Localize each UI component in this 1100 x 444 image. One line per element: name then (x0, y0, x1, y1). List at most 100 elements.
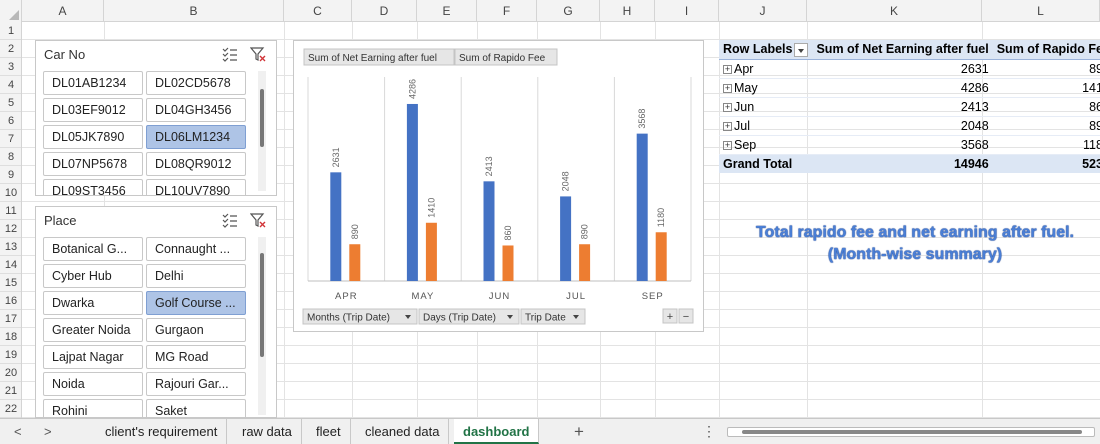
field-button-label[interactable]: Months (Trip Date) (307, 313, 390, 324)
pivot-cell-fee[interactable]: 1410 (992, 78, 1100, 98)
pivot-cell-fee[interactable]: 890 (992, 116, 1100, 136)
slicer-item[interactable]: Dwarka (43, 291, 143, 315)
pivot-row-label[interactable]: + Jul (719, 116, 813, 136)
row-header[interactable]: 21 (0, 382, 21, 400)
pivot-row-label[interactable]: + Sep (719, 135, 813, 155)
column-header-h[interactable]: H (600, 0, 655, 22)
row-header[interactable]: 3 (0, 58, 21, 76)
expand-icon[interactable]: + (723, 64, 732, 74)
bar-net-earning[interactable] (406, 103, 418, 281)
multi-select-icon[interactable] (222, 46, 238, 62)
rapido-fee-header[interactable]: Sum of Rapido Fee (992, 40, 1100, 60)
row-header[interactable]: 18 (0, 328, 21, 346)
tab-fleet[interactable]: fleet (307, 419, 351, 444)
slicer-item[interactable]: DL08QR9012 (146, 152, 246, 176)
row-header[interactable]: 16 (0, 292, 21, 310)
pivot-row-label[interactable]: + May (719, 78, 813, 98)
grand-total-fee[interactable]: 5230 (992, 153, 1100, 173)
bar-rapido-fee[interactable] (655, 232, 667, 281)
slicer-item[interactable]: DL03EF9012 (43, 98, 143, 122)
multi-select-icon[interactable] (222, 212, 238, 228)
pivot-cell-fee[interactable]: 1180 (992, 135, 1100, 155)
row-header[interactable]: 14 (0, 256, 21, 274)
filter-dropdown-icon[interactable] (794, 42, 809, 57)
pivot-cell-fee[interactable]: 860 (992, 97, 1100, 117)
slicer-item[interactable]: Rajouri Gar... (146, 372, 246, 396)
slicer-item[interactable]: MG Road (146, 345, 246, 369)
bar-net-earning[interactable] (560, 196, 572, 281)
grand-total-net[interactable]: 14946 (812, 153, 993, 173)
pivot-cell-net[interactable]: 2631 (812, 59, 993, 79)
horizontal-scrollbar[interactable] (727, 427, 1095, 437)
row-header[interactable]: 4 (0, 76, 21, 94)
clear-filter-icon[interactable] (249, 46, 266, 62)
pivot-chart[interactable]: Sum of Net Earning after fuel Sum of Rapi… (293, 40, 704, 332)
select-all-corner[interactable] (0, 0, 22, 22)
slicer-item-selected[interactable]: DL06LM1234 (146, 125, 246, 149)
expand-icon[interactable]: + (723, 121, 732, 131)
tab-scroll-right-icon[interactable]: > (44, 419, 52, 444)
minus-icon[interactable]: − (683, 311, 689, 323)
slicer-item[interactable]: Lajpat Nagar (43, 345, 143, 369)
column-header-g[interactable]: G (537, 0, 600, 22)
net-earning-header[interactable]: Sum of Net Earning after fuel (812, 40, 993, 60)
slicer-item[interactable]: DL01AB1234 (43, 71, 143, 95)
slicer-item[interactable]: DL07NP5678 (43, 152, 143, 176)
column-header-l[interactable]: L (982, 0, 1100, 22)
tab-cleaned-data[interactable]: cleaned data (356, 419, 450, 444)
pivot-cell-net[interactable]: 2048 (812, 116, 993, 136)
column-header-f[interactable]: F (477, 0, 537, 22)
slicer-item[interactable]: Connaught ... (146, 237, 246, 261)
row-header[interactable]: 1 (0, 22, 21, 40)
slicer-item[interactable]: Saket (146, 399, 246, 417)
pivot-cell-net[interactable]: 4286 (812, 78, 993, 98)
tab-raw-data[interactable]: raw data (233, 419, 302, 444)
slicer-scroll-thumb[interactable] (260, 89, 264, 147)
slicer-item[interactable]: Delhi (146, 264, 246, 288)
slicer-item[interactable]: Botanical G... (43, 237, 143, 261)
column-header-b[interactable]: B (104, 0, 284, 22)
field-button-label[interactable]: Days (Trip Date) (423, 313, 496, 324)
bar-rapido-fee[interactable] (579, 244, 591, 281)
plus-icon[interactable]: + (667, 311, 673, 323)
pivot-row-label[interactable]: + Jun (719, 97, 813, 117)
clear-filter-icon[interactable] (249, 212, 266, 228)
row-header[interactable]: 2 (0, 40, 21, 58)
slicer-scrollbar[interactable] (258, 71, 266, 191)
grand-total-label[interactable]: Grand Total (719, 153, 813, 173)
column-header-k[interactable]: K (807, 0, 982, 22)
bar-net-earning[interactable] (483, 181, 495, 281)
row-header[interactable]: 5 (0, 94, 21, 112)
pivot-row-label[interactable]: + Apr (719, 59, 813, 79)
bar-rapido-fee[interactable] (425, 222, 437, 281)
row-header[interactable]: 22 (0, 400, 21, 418)
tab-scroll-left-icon[interactable]: < (14, 419, 22, 444)
row-header[interactable]: 9 (0, 166, 21, 184)
bar-rapido-fee[interactable] (349, 244, 361, 281)
slicer-item[interactable]: DL10UV7890 (146, 179, 246, 195)
column-header-d[interactable]: D (352, 0, 417, 22)
row-header[interactable]: 15 (0, 274, 21, 292)
pivot-cell-net[interactable]: 3568 (812, 135, 993, 155)
add-sheet-icon[interactable]: + (574, 419, 584, 444)
slicer-scrollbar[interactable] (258, 237, 266, 415)
slicer-item[interactable]: Greater Noida (43, 318, 143, 342)
column-header-i[interactable]: I (655, 0, 719, 22)
column-header-c[interactable]: C (284, 0, 352, 22)
bar-net-earning[interactable] (636, 133, 648, 281)
row-header[interactable]: 6 (0, 112, 21, 130)
row-header[interactable]: 20 (0, 364, 21, 382)
field-button-label[interactable]: Trip Date (525, 313, 566, 324)
slicer-item[interactable]: DL04GH3456 (146, 98, 246, 122)
bar-net-earning[interactable] (330, 172, 342, 281)
row-header[interactable]: 10 (0, 184, 21, 202)
row-header[interactable]: 17 (0, 310, 21, 328)
row-header[interactable]: 11 (0, 202, 21, 220)
row-header[interactable]: 19 (0, 346, 21, 364)
expand-icon[interactable]: + (723, 83, 732, 93)
column-header-j[interactable]: J (719, 0, 807, 22)
slicer-item[interactable]: Rohini (43, 399, 143, 417)
row-header[interactable]: 8 (0, 148, 21, 166)
expand-icon[interactable]: + (723, 102, 732, 112)
tab-dashboard[interactable]: dashboard (454, 419, 540, 444)
